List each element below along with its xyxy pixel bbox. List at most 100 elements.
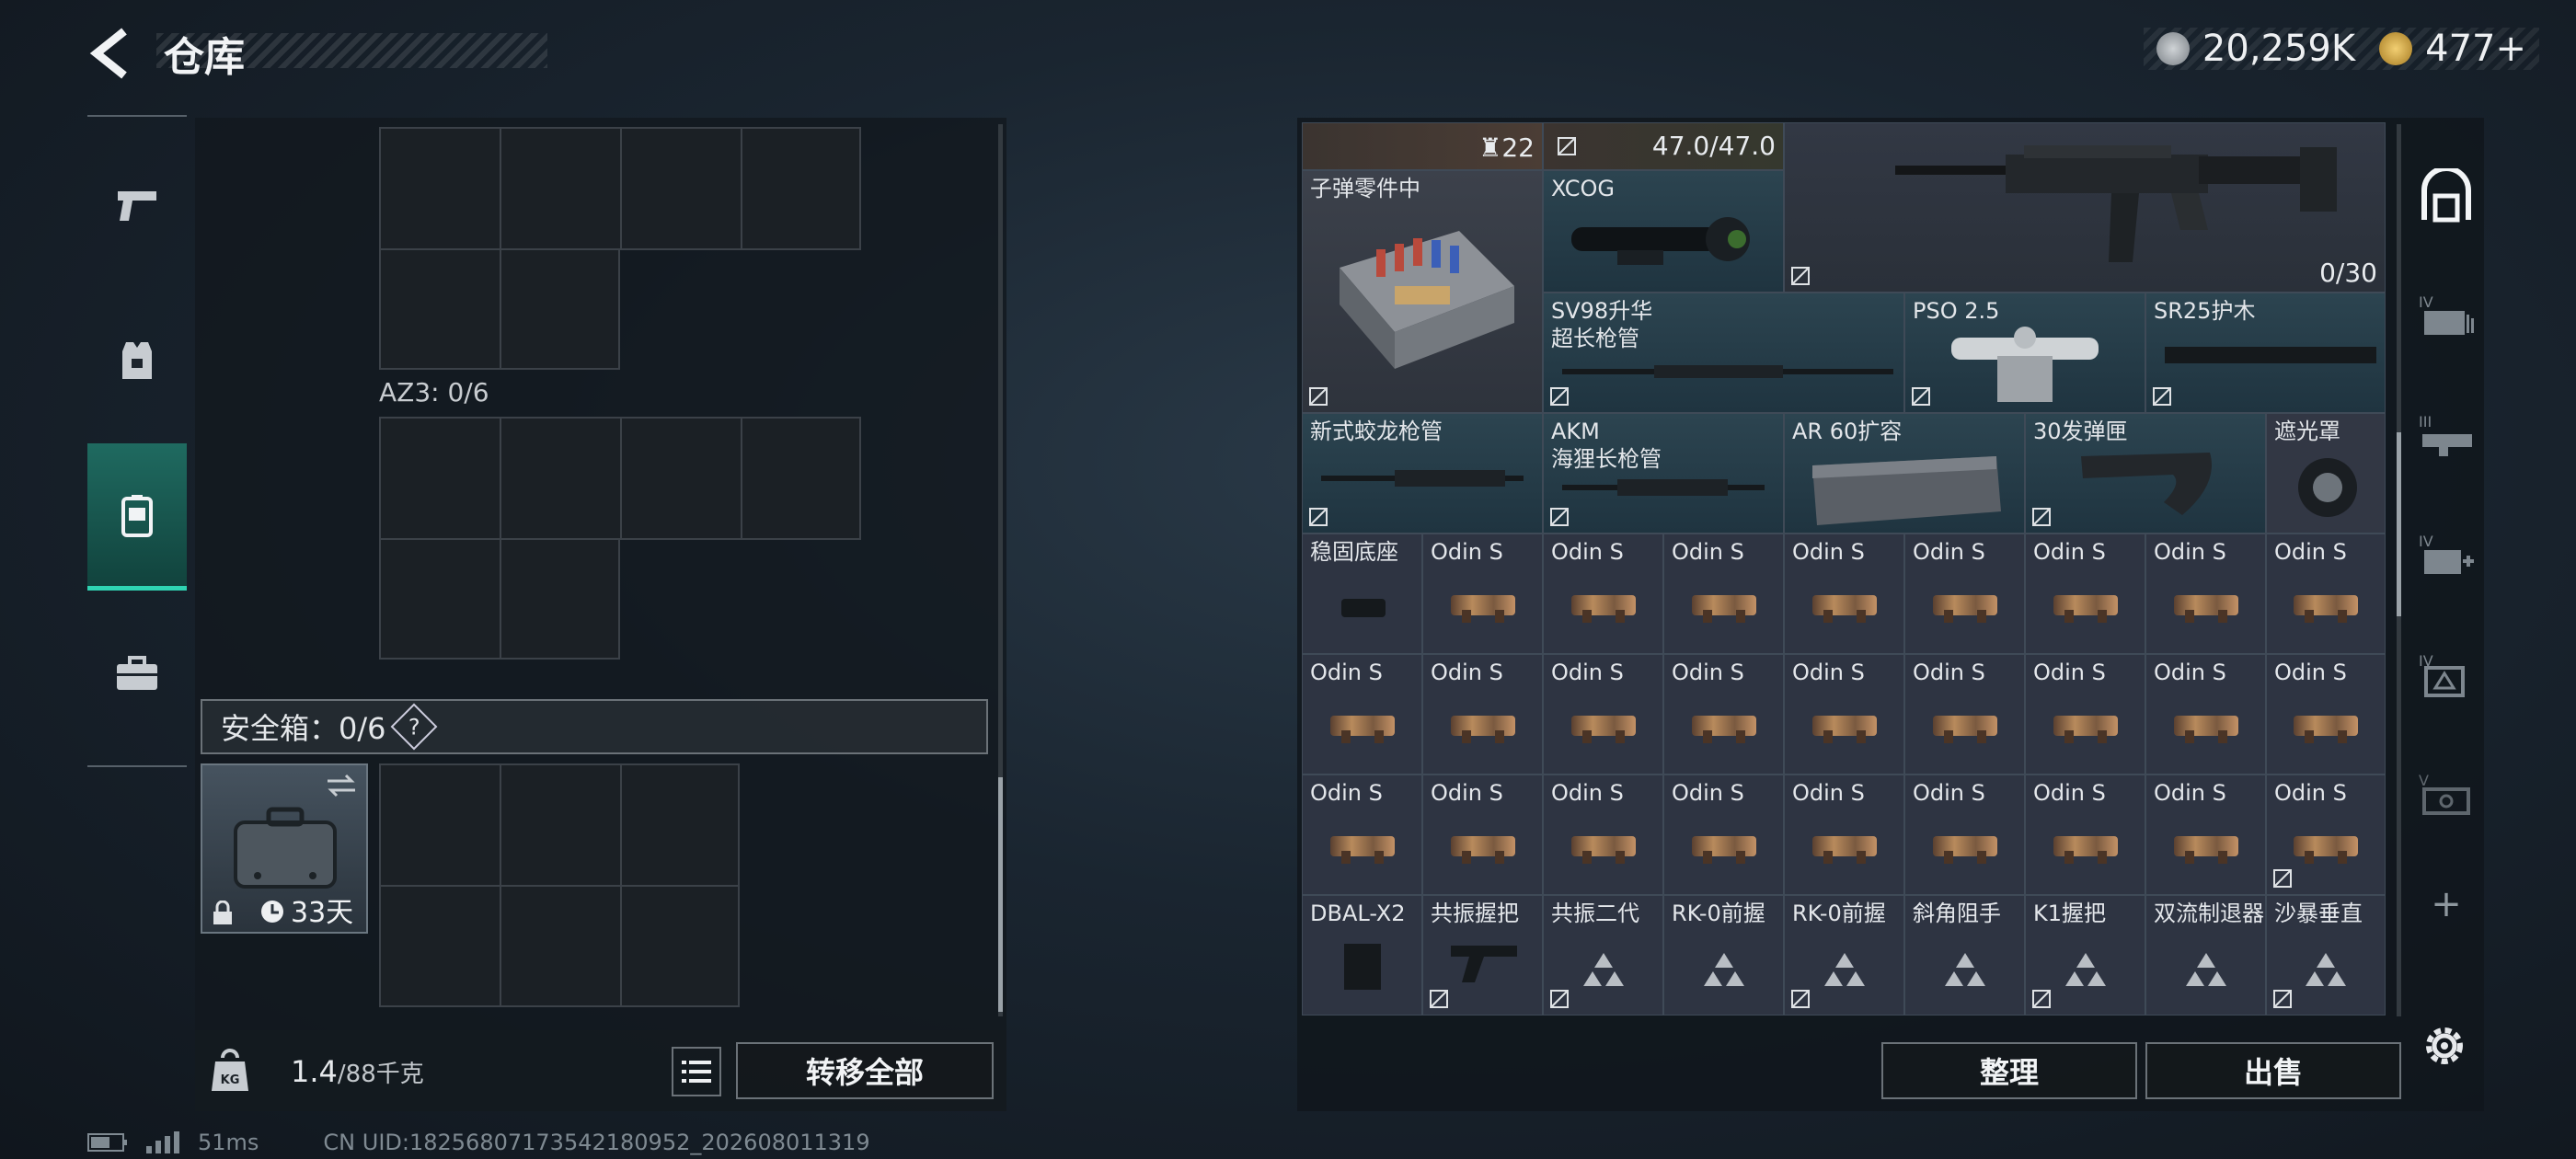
nav-gear[interactable] <box>87 287 187 434</box>
item-odin-s[interactable]: Odin S <box>2145 654 2266 775</box>
page-title: 仓库 <box>164 34 245 81</box>
item-label: Odin S <box>1792 780 1865 806</box>
item-sandstorm-grip[interactable]: 沙暴垂直 <box>2266 895 2386 1016</box>
item-odin-s[interactable]: Odin S <box>1422 775 1543 895</box>
transfer-all-button[interactable]: 转移全部 <box>736 1042 994 1099</box>
bolt-icon <box>1691 595 1756 624</box>
ping-readout: 51ms <box>198 1130 259 1155</box>
item-odin-s[interactable]: Odin S <box>1543 775 1663 895</box>
settings-gear-icon[interactable] <box>2421 1023 2467 1069</box>
item-angled-grip[interactable]: 斜角阻手 <box>1904 895 2025 1016</box>
item-odin-s[interactable]: Odin S <box>1302 775 1422 895</box>
item-odin-s[interactable]: Odin S <box>1543 534 1663 654</box>
item-odin-s[interactable]: Odin S <box>1904 654 2025 775</box>
item-akm-barrel[interactable]: AKM 海狸长枪管 <box>1543 413 1784 534</box>
item-odin-s[interactable]: Odin S <box>1784 534 1904 654</box>
gold-amount[interactable]: 477+ <box>2425 28 2526 70</box>
item-ar60-mag[interactable]: AR 60扩容 <box>1784 413 2025 534</box>
bolt-icon <box>1691 836 1756 865</box>
item-odin-s[interactable]: Odin S <box>2025 654 2145 775</box>
bolt-icon <box>1570 836 1636 865</box>
item-resonance-grip[interactable]: 共振握把 <box>1422 895 1543 1016</box>
nav-weapons[interactable] <box>87 131 187 278</box>
back-arrow-icon[interactable] <box>87 26 133 81</box>
item-jiaolong-barrel[interactable]: 新式蛟龙枪管 <box>1302 413 1543 534</box>
item-odin-s[interactable]: Odin S <box>1904 775 2025 895</box>
item-dual-brake[interactable]: 双流制退器 <box>2145 895 2266 1016</box>
item-odin-s[interactable]: Odin S <box>1663 534 1784 654</box>
item-odin-s[interactable]: Odin S <box>1663 775 1784 895</box>
item-pso-scope[interactable]: PSO 2.5 <box>1904 293 2145 413</box>
item-label: Odin S <box>1551 539 1624 565</box>
item-stable-base[interactable]: 稳固底座 <box>1302 534 1422 654</box>
item-odin-s[interactable]: Odin S <box>2025 775 2145 895</box>
item-rk0-foregrip[interactable]: RK-0前握 <box>1784 895 1904 1016</box>
tab-storage-iv-medical[interactable]: IV <box>2409 499 2484 610</box>
nav-backpack[interactable] <box>87 443 187 591</box>
item-odin-s[interactable]: Odin S <box>1663 654 1784 775</box>
item-label: AKM 海狸长枪管 <box>1551 419 1662 472</box>
item-rk0-foregrip[interactable]: RK-0前握 <box>1663 895 1784 1016</box>
item-odin-s[interactable]: Odin S <box>2266 534 2386 654</box>
tab-storage-iv-a[interactable]: IV <box>2409 260 2484 371</box>
item-k1-grip[interactable]: K1握把 <box>2025 895 2145 1016</box>
item-odin-s[interactable]: Odin S <box>2145 534 2266 654</box>
item-label: Odin S <box>1431 539 1503 565</box>
storage-scroll-thumb[interactable] <box>998 777 1003 1012</box>
warehouse-scroll-thumb[interactable] <box>2397 432 2401 616</box>
stack-count: 22 <box>1501 132 1535 163</box>
no-trade-icon <box>1309 508 1328 526</box>
bolt-icon <box>1932 716 1997 744</box>
item-odin-s[interactable]: Odin S <box>1904 534 2025 654</box>
tab-storage-v[interactable]: V <box>2409 739 2484 849</box>
grip-icon <box>1451 946 1517 982</box>
item-odin-s[interactable]: Odin S <box>1784 775 1904 895</box>
item-label: SR25护木 <box>2154 298 2256 324</box>
item-label: 30发弹匣 <box>2033 419 2128 444</box>
sell-button[interactable]: 出售 <box>2145 1042 2401 1099</box>
item-label: 共振握把 <box>1431 901 1519 926</box>
item-dbal-x2[interactable]: DBAL-X2 <box>1302 895 1422 1016</box>
placeholder-triangles-icon <box>2306 952 2346 986</box>
no-trade-icon <box>1912 387 1930 406</box>
tab-storage-iv-parts[interactable]: IV <box>2409 619 2484 729</box>
item-odin-s[interactable]: Odin S <box>1422 534 1543 654</box>
item-label: AR 60扩容 <box>1792 419 1903 444</box>
safe-box-item[interactable]: 33天 <box>201 763 368 934</box>
help-icon[interactable]: ? <box>390 703 437 751</box>
add-storage-button[interactable]: + <box>2409 849 2484 959</box>
item-odin-s[interactable]: Odin S <box>2145 775 2266 895</box>
item-odin-s[interactable]: Odin S <box>1784 654 1904 775</box>
item-rifle[interactable]: 0/30 <box>1784 122 2386 293</box>
item-xcog[interactable]: XCOG <box>1543 170 1784 293</box>
sort-button[interactable]: 整理 <box>1881 1042 2137 1099</box>
bolt-icon <box>1691 716 1756 744</box>
item-odin-s[interactable]: Odin S <box>2266 775 2386 895</box>
placeholder-triangles-icon <box>1582 952 1624 986</box>
item-30rd-mag[interactable]: 30发弹匣 <box>2025 413 2266 534</box>
item-durability-cell[interactable]: 47.0/47.0 <box>1543 122 1784 170</box>
item-odin-s[interactable]: Odin S <box>1422 654 1543 775</box>
bolt-icon <box>1811 836 1877 865</box>
swap-icon[interactable] <box>326 773 357 798</box>
item-ammo-parts[interactable]: 子弹零件中 <box>1302 170 1543 413</box>
item-odin-s[interactable]: Odin S <box>1302 654 1422 775</box>
item-resonance-grip-2[interactable]: 共振二代 <box>1543 895 1663 1016</box>
item-lens-hood[interactable]: 遮光罩 <box>2266 413 2386 534</box>
bolt-icon <box>2173 716 2238 744</box>
item-label: Odin S <box>1913 660 1985 685</box>
tab-all-storage[interactable] <box>2409 141 2484 251</box>
item-label: Odin S <box>1310 660 1383 685</box>
tab-storage-iii[interactable]: III <box>2409 380 2484 490</box>
item-sr25-handguard[interactable]: SR25护木 <box>2145 293 2386 413</box>
item-ammo-count-cell[interactable]: ♜22 <box>1302 122 1543 170</box>
list-view-button[interactable] <box>672 1047 721 1096</box>
item-odin-s[interactable]: Odin S <box>2025 534 2145 654</box>
bolt-icon <box>1450 836 1515 865</box>
nav-toolbox[interactable] <box>87 600 187 747</box>
no-trade-icon <box>2032 508 2051 526</box>
item-odin-s[interactable]: Odin S <box>1543 654 1663 775</box>
item-odin-s[interactable]: Odin S <box>2266 654 2386 775</box>
item-sv98-barrel[interactable]: SV98升华 超长枪管 <box>1543 293 1904 413</box>
bolt-icon <box>1450 716 1515 744</box>
